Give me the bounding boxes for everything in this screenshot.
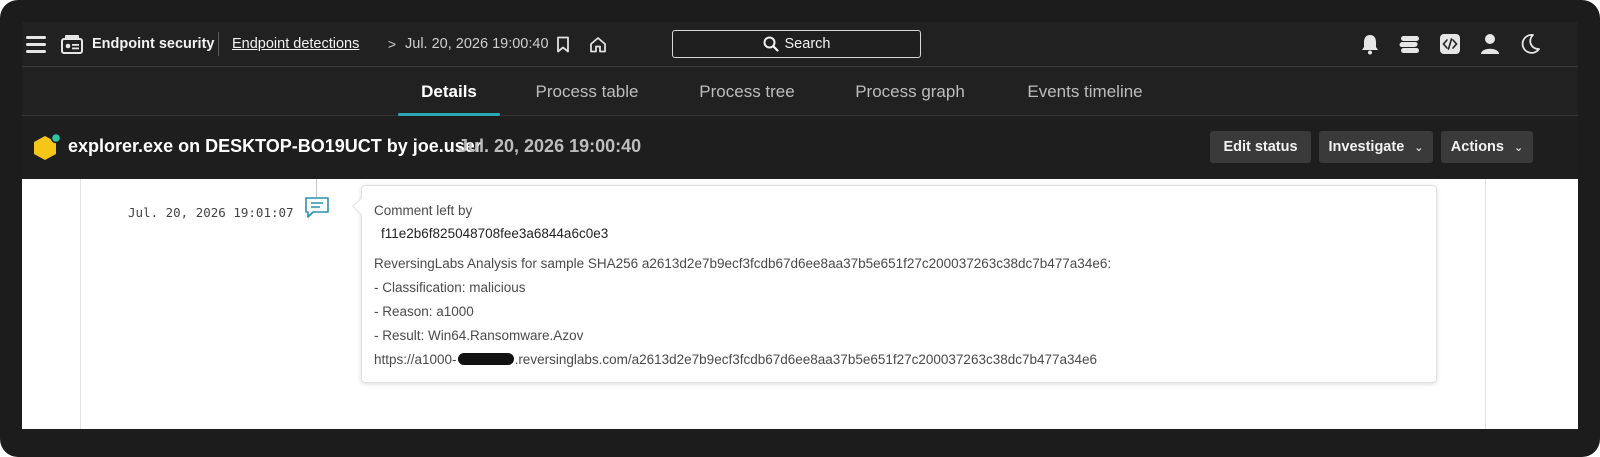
stack-icon[interactable]: [1398, 32, 1422, 56]
product-name: Endpoint security: [92, 36, 215, 52]
home-icon[interactable]: [587, 33, 609, 55]
user-icon[interactable]: [1478, 32, 1502, 56]
detection-title: explorer.exe on DESKTOP-BO19UCT by joe.u…: [68, 136, 482, 156]
breadcrumb-chevron-icon: >: [387, 36, 397, 52]
search-label: Search: [784, 36, 831, 52]
app: Endpoint security Endpoint detections > …: [22, 22, 1578, 429]
code-icon[interactable]: [1438, 32, 1462, 56]
timeline-line: [316, 179, 317, 197]
investigate-button[interactable]: Investigate ⌄: [1319, 131, 1433, 163]
edit-status-button[interactable]: Edit status: [1210, 131, 1311, 163]
tab-details[interactable]: Details: [398, 68, 500, 116]
window-frame: Endpoint security Endpoint detections > …: [0, 0, 1600, 457]
chevron-down-icon: ⌄: [1414, 141, 1424, 154]
comment-card: Comment left by f11e2b6f825048708fee3a68…: [361, 185, 1437, 383]
comment-line: - Classification: malicious: [374, 280, 526, 295]
url-prefix: https://a1000-: [374, 352, 457, 367]
tab-process-table[interactable]: Process table: [529, 68, 645, 116]
product-icon: [60, 32, 84, 56]
comment-author: f11e2b6f825048708fee3a6844a6c0e3: [381, 226, 609, 241]
comment-heading: Comment left by: [374, 203, 473, 218]
tab-process-graph[interactable]: Process graph: [849, 68, 971, 116]
breadcrumb-link[interactable]: Endpoint detections: [232, 33, 359, 55]
menu-icon[interactable]: [24, 32, 48, 56]
bookmark-icon[interactable]: [552, 33, 574, 55]
detection-header: explorer.exe on DESKTOP-BO19UCT by joe.u…: [22, 117, 1578, 179]
search-input[interactable]: Search: [672, 30, 921, 58]
redaction-mark: [457, 353, 514, 365]
comment-icon: [305, 197, 329, 218]
url-suffix: .reversinglabs.com/a2613d2e7b9ecf3fcdb67…: [514, 352, 1098, 367]
actions-label: Actions: [1450, 139, 1504, 155]
tab-events-timeline[interactable]: Events timeline: [1018, 68, 1152, 116]
severity-hexagon-icon: [34, 133, 62, 160]
divider: [1485, 179, 1486, 429]
actions-button[interactable]: Actions ⌄: [1441, 131, 1533, 163]
bell-icon[interactable]: [1358, 32, 1382, 56]
search-icon: [763, 36, 779, 52]
timeline-content: Jul. 20, 2026 19:01:07 Comment left by f…: [22, 179, 1578, 429]
moon-icon[interactable]: [1518, 32, 1542, 56]
divider: [218, 32, 219, 56]
comment-url: https://a1000- .reversinglabs.com/a2613d2…: [374, 352, 1097, 367]
tab-process-tree[interactable]: Process tree: [692, 68, 802, 116]
comment-line: - Result: Win64.Ransomware.Azov: [374, 328, 584, 343]
timeline-entry-time: Jul. 20, 2026 19:01:07: [128, 205, 294, 220]
comment-line: ReversingLabs Analysis for sample SHA256…: [374, 256, 1112, 271]
top-bar: Endpoint security Endpoint detections > …: [22, 22, 1578, 67]
divider: [80, 179, 81, 429]
breadcrumb-current: Jul. 20, 2026 19:00:40: [405, 36, 549, 52]
edit-status-label: Edit status: [1223, 139, 1298, 155]
chevron-down-icon: ⌄: [1513, 141, 1524, 154]
tab-bar: Details Process table Process tree Proce…: [22, 68, 1578, 116]
comment-line: - Reason: a1000: [374, 304, 474, 319]
detection-timestamp: Jul. 20, 2026 19:00:40: [458, 136, 642, 156]
investigate-label: Investigate: [1328, 139, 1405, 155]
